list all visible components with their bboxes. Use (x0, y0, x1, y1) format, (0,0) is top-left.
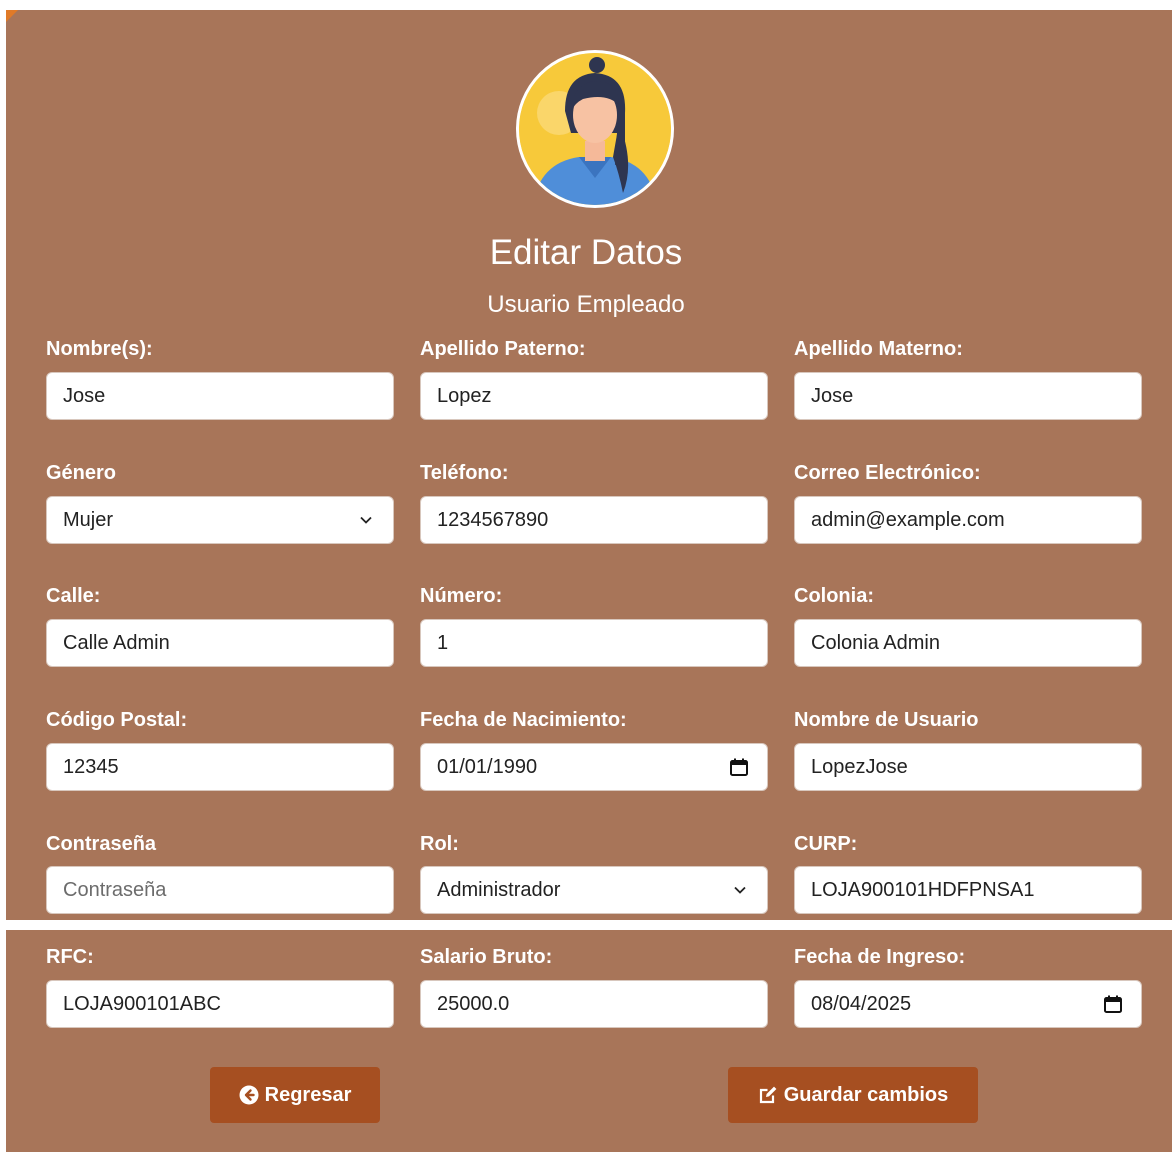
rol-value: Administrador (437, 878, 561, 901)
calle-input[interactable]: Calle Admin (46, 619, 394, 667)
form-panel-continued (6, 930, 1172, 1152)
numero-input[interactable]: 1 (420, 619, 768, 667)
fecha-nacimiento-label: Fecha de Nacimiento: (420, 709, 627, 731)
nombre-usuario-label: Nombre de Usuario (794, 709, 979, 731)
apellido-paterno-label: Apellido Paterno: (420, 338, 586, 360)
arrow-left-circle-icon (239, 1085, 259, 1105)
nombre-input[interactable]: Jose (46, 372, 394, 420)
apellido-paterno-value: Lopez (437, 384, 492, 407)
curp-input[interactable]: LOJA900101HDFPNSA1 (794, 866, 1142, 914)
contrasena-label: Contraseña (46, 833, 157, 855)
page-title: Editar Datos (489, 233, 683, 272)
telefono-input[interactable]: 1234567890 (420, 496, 768, 544)
numero-label: Número: (420, 585, 503, 607)
nombre-usuario-input[interactable]: LopezJose (794, 743, 1142, 791)
nombre-value: Jose (63, 384, 106, 407)
genero-label: Género (46, 462, 117, 484)
calendar-icon[interactable] (1103, 994, 1123, 1014)
colonia-input[interactable]: Colonia Admin (794, 619, 1142, 667)
apellido-materno-label: Apellido Materno: (794, 338, 963, 360)
rol-label: Rol: (420, 833, 459, 855)
apellido-materno-input[interactable]: Jose (794, 372, 1142, 420)
codigo-postal-label: Código Postal: (46, 709, 188, 731)
fecha-ingreso-value: 08/04/2025 (811, 992, 912, 1015)
calle-value: Calle Admin (63, 631, 170, 654)
back-button-label: Regresar (264, 1083, 352, 1106)
fecha-nacimiento-input[interactable]: 01/01/1990 (420, 743, 768, 791)
calendar-icon[interactable] (729, 757, 749, 777)
correo-input[interactable]: admin@example.com (794, 496, 1142, 544)
rfc-label: RFC: (46, 946, 94, 968)
genero-value: Mujer (63, 508, 114, 531)
correo-value: admin@example.com (811, 508, 1005, 531)
rol-select[interactable]: Administrador (420, 866, 768, 914)
colonia-label: Colonia: (794, 585, 874, 607)
corner-accent (6, 10, 18, 22)
telefono-label: Teléfono: (420, 462, 509, 484)
codigo-postal-input[interactable]: 12345 (46, 743, 394, 791)
genero-select[interactable]: Mujer (46, 496, 394, 544)
apellido-paterno-input[interactable]: Lopez (420, 372, 768, 420)
back-button[interactable]: Regresar (210, 1067, 380, 1123)
user-avatar-icon (516, 50, 674, 208)
curp-value: LOJA900101HDFPNSA1 (811, 878, 1035, 901)
numero-value: 1 (437, 631, 449, 654)
colonia-value: Colonia Admin (811, 631, 940, 654)
chevron-down-icon (734, 886, 746, 894)
nombre-usuario-value: LopezJose (811, 755, 908, 778)
save-changes-button-label: Guardar cambios (783, 1083, 949, 1106)
contrasena-placeholder: Contraseña (63, 878, 167, 901)
contrasena-input[interactable]: Contraseña (46, 866, 394, 914)
codigo-postal-value: 12345 (63, 755, 119, 778)
fecha-ingreso-input[interactable]: 08/04/2025 (794, 980, 1142, 1028)
save-changes-button[interactable]: Guardar cambios (728, 1067, 978, 1123)
fecha-ingreso-label: Fecha de Ingreso: (794, 946, 966, 968)
salario-label: Salario Bruto: (420, 946, 553, 968)
curp-label: CURP: (794, 833, 858, 855)
nombre-label: Nombre(s): (46, 338, 153, 360)
correo-label: Correo Electrónico: (794, 462, 981, 484)
page-subtitle: Usuario Empleado (487, 291, 685, 318)
apellido-materno-value: Jose (811, 384, 854, 407)
salario-value: 25000.0 (437, 992, 510, 1015)
telefono-value: 1234567890 (437, 508, 549, 531)
chevron-down-icon (360, 516, 372, 524)
salario-input[interactable]: 25000.0 (420, 980, 768, 1028)
rfc-input[interactable]: LOJA900101ABC (46, 980, 394, 1028)
fecha-nacimiento-value: 01/01/1990 (437, 755, 538, 778)
calle-label: Calle: (46, 585, 101, 607)
rfc-value: LOJA900101ABC (63, 992, 221, 1015)
edit-icon (759, 1086, 777, 1104)
